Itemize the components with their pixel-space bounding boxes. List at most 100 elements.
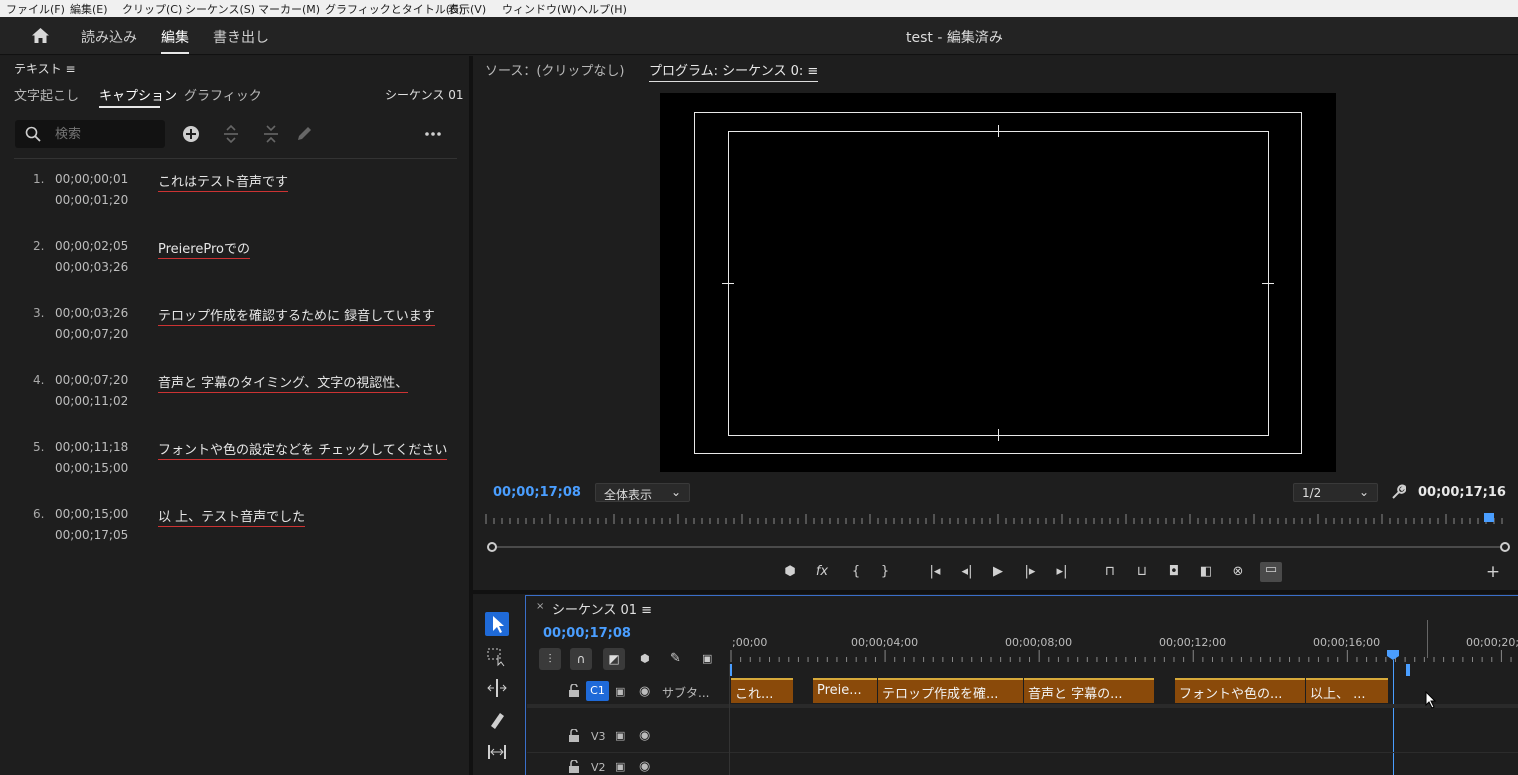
video-preview[interactable] (660, 93, 1336, 472)
caption-out-time[interactable]: 00;00;03;26 (55, 260, 128, 274)
caption-clip[interactable]: 音声と 字幕の... (1024, 678, 1154, 703)
timeline-title[interactable]: シーケンス 01 ≡ (552, 599, 652, 618)
track-select-icon[interactable] (486, 645, 508, 667)
toggle-sync-lock-icon[interactable]: ▣ (615, 729, 625, 742)
eye-icon[interactable]: ◉ (639, 728, 650, 743)
caption-row[interactable]: 1. 00;00;00;01 00;00;01;20 これはテスト音声です (0, 172, 460, 222)
toggle-sync-lock-icon[interactable]: ▣ (615, 685, 625, 698)
caption-row[interactable]: 4. 00;00;07;20 00;00;11;02 音声と 字幕のタイミング、… (0, 373, 460, 423)
lock-icon[interactable] (568, 760, 580, 773)
program-timecode[interactable]: 00;00;17;08 (493, 485, 581, 500)
panel-splitter-horizontal[interactable] (473, 590, 1518, 594)
mark-in-icon[interactable]: { (848, 564, 864, 580)
playback-resolution-select[interactable]: 1/2 ⌄ (1293, 483, 1378, 502)
caption-clip[interactable]: フォントや色の... (1175, 678, 1305, 703)
caption-clip[interactable]: Preie... (813, 678, 877, 703)
slip-tool-icon[interactable] (486, 741, 508, 763)
caption-row[interactable]: 6. 00;00;15;00 00;00;17;05 以 上、テスト音声でした (0, 507, 460, 557)
caption-text[interactable]: 以 上、テスト音声でした (158, 506, 306, 527)
wrench-settings-icon[interactable] (1390, 484, 1406, 500)
workspace-edit-tab[interactable]: 編集 (161, 27, 189, 47)
caption-text[interactable]: PreiereProでの (158, 238, 250, 259)
track-name-c1[interactable]: サブタ... (662, 684, 709, 701)
sequence-label[interactable]: シーケンス 01 (385, 86, 464, 103)
toggle-sync-lock-icon[interactable]: ▣ (615, 760, 625, 773)
add-caption-icon[interactable] (181, 124, 201, 144)
snap-magnet-icon[interactable]: ∩ (570, 648, 592, 670)
menu-help[interactable]: ヘルプ(H) (577, 1, 627, 17)
caption-in-time[interactable]: 00;00;15;00 (55, 507, 128, 521)
home-icon[interactable] (31, 27, 50, 44)
text-panel-title[interactable]: テキスト ≡ (14, 60, 76, 77)
caption-search-box[interactable] (15, 120, 165, 148)
menu-marker[interactable]: マーカー(M) (258, 1, 320, 17)
menu-view[interactable]: 表示(V) (448, 1, 486, 17)
workspace-export-tab[interactable]: 書き出し (213, 27, 269, 47)
fx-icon[interactable]: fx (814, 564, 830, 580)
caption-text[interactable]: テロップ作成を確認するために 録音しています (158, 305, 435, 326)
caption-clip[interactable]: 以上、 ... (1306, 678, 1388, 703)
add-marker-icon[interactable]: ⬢ (782, 564, 798, 580)
camera-icon[interactable]: ◘ (1166, 564, 1182, 580)
caption-row[interactable]: 5. 00;00;11;18 00;00;15;00 フォントや色の設定などを … (0, 440, 460, 490)
zoom-handle-right[interactable] (1500, 542, 1510, 552)
out-point-marker[interactable] (1406, 664, 1410, 676)
lift-icon[interactable]: ⊓ (1102, 564, 1118, 580)
menu-sequence[interactable]: シーケンス(S) (185, 1, 255, 17)
caption-text[interactable]: これはテスト音声です (158, 171, 289, 192)
comparison-view-icon[interactable]: ◧ (1198, 564, 1214, 580)
caption-text[interactable]: フォントや色の設定などを チェックしてください (158, 439, 448, 460)
add-marker-timeline-icon[interactable]: ⬢ (640, 652, 650, 665)
tab-captions[interactable]: キャプション (99, 85, 177, 104)
timeline-settings-wrench-icon[interactable]: ✎ (670, 651, 681, 666)
source-monitor-tab[interactable]: ソース：(クリップなし) (485, 60, 625, 79)
step-back-icon[interactable]: ◂| (959, 564, 975, 580)
add-button-icon[interactable]: + (1485, 564, 1501, 581)
in-point-marker[interactable] (730, 664, 732, 676)
edit-pencil-icon[interactable] (294, 124, 314, 144)
monitor-playhead[interactable] (1483, 512, 1495, 524)
mark-out-icon[interactable]: } (877, 564, 893, 580)
menu-clip[interactable]: クリップ(C) (122, 1, 182, 17)
menu-edit[interactable]: 編集(E) (70, 1, 108, 17)
safe-margins-icon[interactable]: ▭ (1260, 562, 1282, 582)
monitor-time-ruler[interactable] (485, 512, 1507, 526)
linked-selection-icon[interactable]: ◩ (603, 648, 625, 670)
caption-row[interactable]: 2. 00;00;02;05 00;00;03;26 PreiereProでの (0, 239, 460, 289)
caption-in-time[interactable]: 00;00;07;20 (55, 373, 128, 387)
lock-icon[interactable] (568, 684, 580, 697)
caption-text[interactable]: 音声と 字幕のタイミング、文字の視認性、 (158, 372, 409, 393)
split-caption-icon[interactable] (221, 124, 241, 144)
menu-graphics[interactable]: グラフィックとタイトル(G) (325, 1, 463, 17)
merge-caption-icon[interactable] (261, 124, 281, 144)
lock-icon[interactable] (568, 729, 580, 742)
eye-icon[interactable]: ◉ (639, 684, 650, 699)
close-icon[interactable]: × (536, 601, 544, 612)
track-target-c1[interactable]: C1 (586, 681, 609, 701)
step-forward-icon[interactable]: |▸ (1022, 564, 1038, 580)
timeline-timecode[interactable]: 00;00;17;08 (543, 626, 631, 641)
workspace-import-tab[interactable]: 読み込み (81, 27, 137, 47)
program-monitor-tab[interactable]: プログラム: シーケンス 0: ≡ (649, 60, 819, 82)
caption-in-time[interactable]: 00;00;02;05 (55, 239, 128, 253)
extract-icon[interactable]: ⊔ (1134, 564, 1150, 580)
search-input[interactable] (55, 125, 155, 143)
zoom-level-select[interactable]: 全体表示 ⌄ (595, 483, 690, 502)
caption-out-time[interactable]: 00;00;01;20 (55, 193, 128, 207)
vr-icon[interactable]: ⊗ (1230, 564, 1246, 580)
nest-toggle-icon[interactable]: ⫶ (539, 648, 561, 670)
razor-icon[interactable] (486, 709, 508, 731)
zoom-handle-left[interactable] (487, 542, 497, 552)
caption-out-time[interactable]: 00;00;15;00 (55, 461, 128, 475)
caption-in-time[interactable]: 00;00;11;18 (55, 440, 128, 454)
menu-file[interactable]: ファイル(F) (6, 1, 65, 17)
caption-in-time[interactable]: 00;00;00;01 (55, 172, 128, 186)
caption-clip[interactable]: これ... (731, 678, 793, 703)
zoom-scroll-bar[interactable] (492, 546, 1505, 548)
caption-out-time[interactable]: 00;00;17;05 (55, 528, 128, 542)
captions-toggle-icon[interactable]: ▣ (702, 652, 712, 665)
eye-icon[interactable]: ◉ (639, 759, 650, 774)
play-icon[interactable]: ▶ (990, 564, 1006, 580)
more-options-icon[interactable] (423, 124, 443, 144)
track-label-v3[interactable]: V3 (591, 730, 606, 743)
